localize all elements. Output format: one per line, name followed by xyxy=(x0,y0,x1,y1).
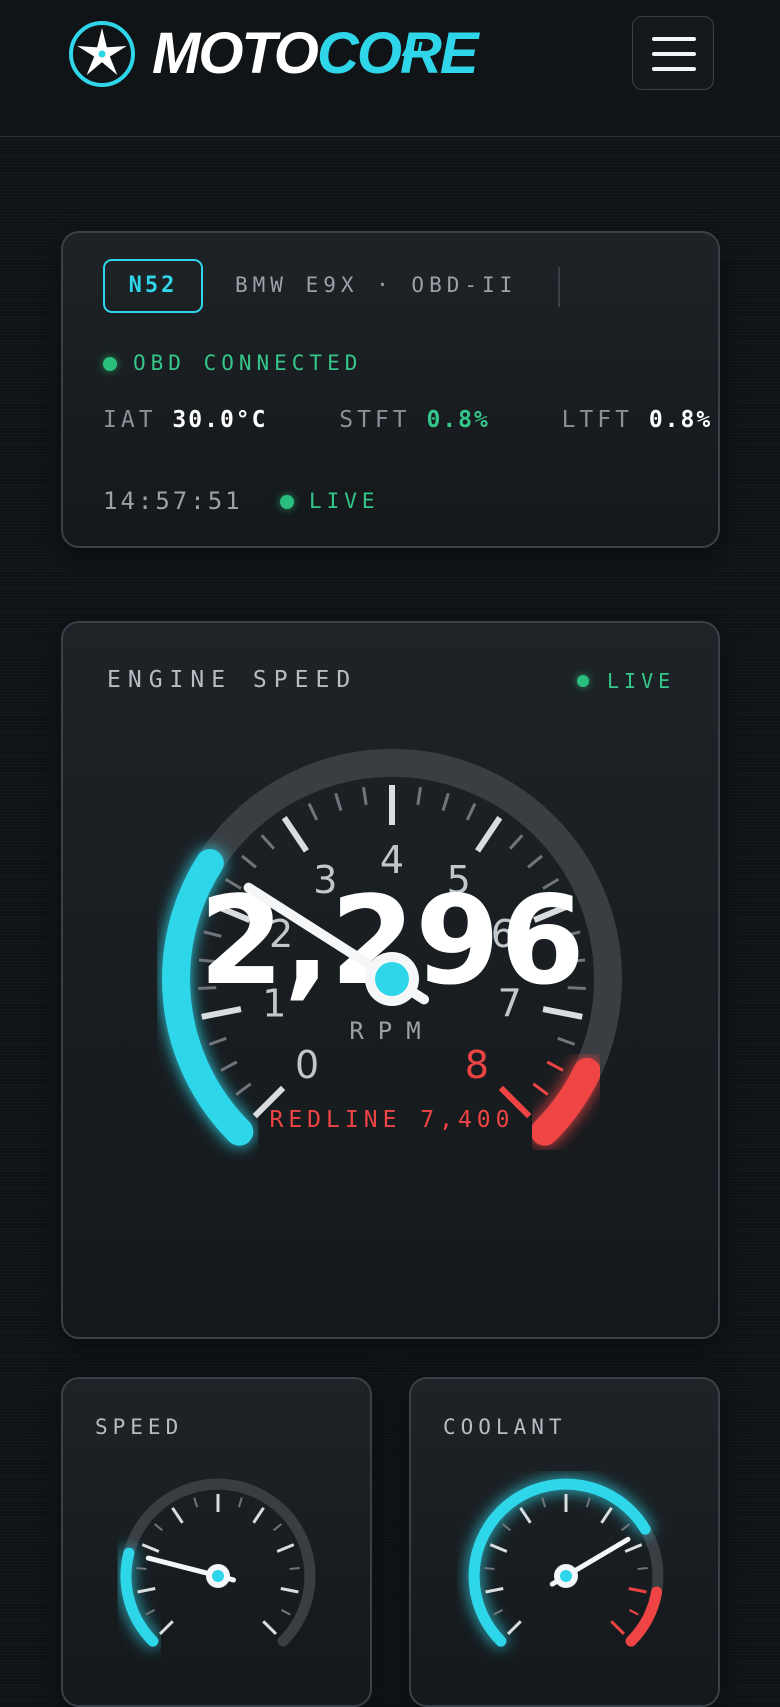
gauge-tick xyxy=(273,1523,283,1532)
gauge-tick xyxy=(208,1036,227,1046)
rpm-unit: RPM xyxy=(349,1017,434,1045)
gauge-tick xyxy=(637,1566,648,1570)
gauge-tick xyxy=(171,1506,184,1524)
gauge-tick xyxy=(281,816,309,853)
gauge-tick xyxy=(193,1497,199,1508)
gauge-tick xyxy=(501,1523,511,1532)
gauge-tick xyxy=(506,1620,522,1636)
gauge-tick xyxy=(237,1497,243,1508)
gauge-tick xyxy=(252,1506,265,1524)
gauge-tick xyxy=(136,1566,147,1570)
gauge-tick xyxy=(610,1620,626,1636)
gauge-tick xyxy=(276,1543,295,1553)
gauge-tick xyxy=(475,816,503,853)
gauge-tick xyxy=(600,1506,613,1524)
engine-code-badge[interactable]: N52 xyxy=(103,259,203,313)
metric-value-ltft: 0.8% xyxy=(648,407,713,433)
gauge-scale-label: 0 xyxy=(295,1043,319,1087)
gauge-tick xyxy=(485,1587,504,1594)
timestamp: 14:57:51 xyxy=(103,487,243,515)
hamburger-menu-icon-line xyxy=(652,52,696,56)
coolant-gauge xyxy=(468,1478,664,1647)
gauge-tick xyxy=(153,1523,163,1532)
gauge-tick xyxy=(241,854,257,869)
gauge-hub-center xyxy=(560,1570,572,1582)
gauge-tick xyxy=(557,1036,576,1046)
connection-status-dot xyxy=(103,357,117,371)
speed-card: SPEED xyxy=(61,1377,372,1707)
gauge-tick xyxy=(145,1609,155,1616)
gauge-tick xyxy=(289,1566,300,1570)
speed-gauge xyxy=(120,1478,316,1647)
coolant-card: COOLANT xyxy=(409,1377,720,1707)
gauge-tick xyxy=(527,854,543,869)
hamburger-menu-icon-line xyxy=(652,67,696,71)
gauge-tick xyxy=(484,1566,495,1570)
hamburger-menu-icon xyxy=(652,37,696,41)
coolant-title: COOLANT xyxy=(443,1415,567,1439)
gauge-tick xyxy=(416,786,422,806)
gauge-hub-center xyxy=(375,962,409,996)
gauge-tick xyxy=(532,1082,549,1096)
brand-word-core: CORE xyxy=(316,21,479,86)
star-wheel-icon[interactable] xyxy=(68,20,136,88)
metric-value-iat: 30.0°C xyxy=(172,407,268,433)
live-status-dot xyxy=(280,495,294,509)
gauge-tick xyxy=(141,1543,160,1553)
gauge-tick xyxy=(280,1587,299,1594)
gauge-tick xyxy=(334,792,343,812)
gauge-progress-arc xyxy=(468,1478,651,1647)
redline-label: REDLINE 7,400 xyxy=(269,1107,514,1133)
engine-speed-card: ENGINE SPEED LIVE 012345678 2,296 RPM RE… xyxy=(61,621,720,1339)
gauge-tick xyxy=(137,1587,156,1594)
gauge-hub-center xyxy=(212,1570,224,1582)
menu-button[interactable] xyxy=(632,16,714,90)
rpm-gauge: 0123 4 5678 2,296 RPM REDLINE 7,400 xyxy=(162,748,622,1146)
gauge-tick xyxy=(362,786,368,806)
gauge-tick xyxy=(621,1523,631,1532)
gauge-tick xyxy=(629,1609,639,1616)
vehicle-label: BMW E9X · OBD-II xyxy=(235,273,518,297)
gauge-tick xyxy=(628,1587,647,1594)
gauge-tick xyxy=(546,1060,564,1072)
speed-title: SPEED xyxy=(95,1415,184,1439)
connection-status: OBD CONNECTED xyxy=(133,351,363,375)
gauge-tick xyxy=(262,1620,278,1636)
gauge-tick xyxy=(281,1609,291,1616)
engine-speed-title: ENGINE SPEED xyxy=(107,667,358,693)
live-indicator: LIVE xyxy=(309,489,380,513)
gauge-tick xyxy=(493,1609,503,1616)
gauge-tick xyxy=(585,1497,591,1508)
gauge-tick xyxy=(465,802,477,821)
brand-logo[interactable]: MOTOCORE AI xyxy=(152,20,479,88)
gauge-tick xyxy=(307,802,319,821)
gauge-scale-label: 8 xyxy=(465,1043,489,1087)
metric-label-iat: IAT xyxy=(103,407,157,433)
gauge-tick xyxy=(260,834,275,850)
metric-label-stft: STFT xyxy=(339,407,411,433)
gauge-tick xyxy=(624,1543,643,1553)
metric-label-ltft: LTFT xyxy=(561,407,633,433)
gauge-tick xyxy=(220,1060,238,1072)
top-bar: MOTOCORE AI xyxy=(0,0,780,137)
gauge-redline-arc xyxy=(530,1058,601,1146)
brand-suffix: AI xyxy=(402,39,422,61)
vehicle-status-card: N52 BMW E9X · OBD-II OBD CONNECTED IAT 3… xyxy=(61,231,720,548)
gauge-progress-arc xyxy=(120,1547,159,1647)
metric-value-stft: 0.8% xyxy=(426,407,490,433)
gauge-tick xyxy=(541,1497,547,1508)
gauge-tick xyxy=(235,1082,252,1096)
gauge-tick xyxy=(441,792,450,812)
gauge-tick xyxy=(158,1620,174,1636)
gauge-tick xyxy=(489,1543,508,1553)
divider xyxy=(558,267,560,307)
gauge-redline-arc xyxy=(625,1586,663,1647)
gauge-tick xyxy=(509,834,524,850)
live-status-dot xyxy=(577,675,589,687)
gauge-tick xyxy=(519,1506,532,1524)
live-indicator: LIVE xyxy=(607,669,676,693)
sensor-metrics: IAT 30.0°C STFT 0.8% LTFT 0.8% xyxy=(103,407,712,433)
brand-word-moto: MOTO xyxy=(152,21,319,86)
